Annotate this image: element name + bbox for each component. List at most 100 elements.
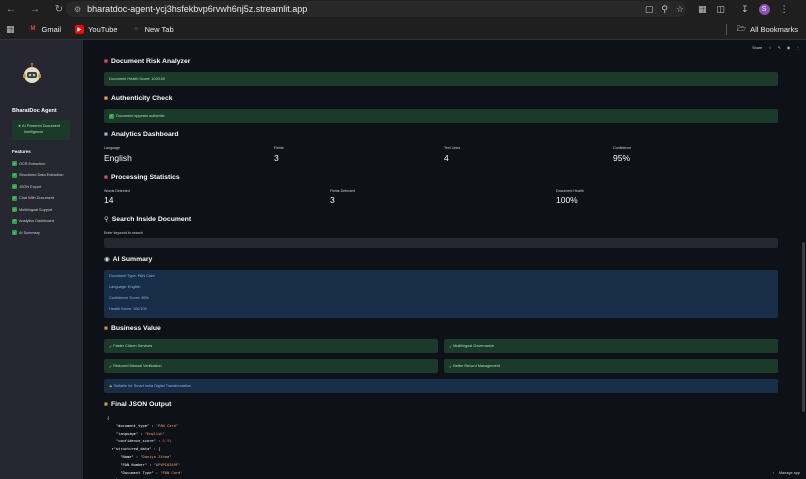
menu-icon[interactable]: ⋮	[796, 45, 800, 50]
summary-line: Confidence Score: 95%	[109, 296, 149, 300]
metric-label: Fields Detected	[330, 189, 355, 193]
json-value: "English"	[144, 431, 165, 436]
divider	[725, 24, 727, 35]
address-bar[interactable]: ⚙ bharatdoc-agent-ycj3hsfekbvp6rvwh6nj5z…	[66, 1, 686, 17]
json-key: "document_type"	[115, 423, 150, 428]
json-key: "Document Type"	[120, 470, 154, 475]
metric-value: 14	[104, 195, 114, 205]
all-bookmarks-label: All Bookmarks	[750, 25, 798, 34]
badge-line: AI Powered Document	[22, 124, 61, 128]
metric-label: Confidence	[613, 146, 632, 150]
sidepanel-icon[interactable]: ◫	[717, 4, 726, 15]
gmail-icon: M	[30, 26, 36, 32]
checkmark-icon: ✓	[12, 161, 17, 167]
json-key: "PAN Number"	[120, 462, 147, 467]
summary-line: Health Score: 100/100	[109, 307, 147, 311]
json-value: "APVPI0349F"	[153, 462, 181, 467]
metric-value: 95%	[613, 153, 631, 163]
bookmark-label: Gmail	[41, 24, 62, 34]
scrollbar[interactable]	[802, 242, 805, 412]
site-info-icon[interactable]: ⚙	[74, 5, 81, 14]
feature-label: AI Summary	[19, 230, 40, 235]
rocket-icon: ➤	[18, 124, 22, 128]
all-bookmarks[interactable]: 🗁 All Bookmarks	[725, 23, 798, 36]
ai-summary-box: Document Type: PAN Card Language: Englis…	[104, 270, 778, 318]
apps-grid-icon[interactable]: ▦	[6, 24, 15, 35]
star-icon[interactable]: ☆	[768, 45, 771, 50]
business-item: ✓ Better Record Management	[444, 359, 778, 373]
zoom-icon[interactable]: ⚲	[661, 4, 668, 15]
badge-line: Intelligence	[24, 130, 44, 134]
alert-text: Document Health Score: 100/100	[109, 77, 166, 81]
metric-label: Fields	[274, 146, 284, 150]
feature-label: JSON Export	[19, 184, 42, 189]
browser-toolbar: ← → ↻ ⚙ bharatdoc-agent-ycj3hsfekbvp6rvw…	[0, 0, 806, 19]
feature-label: Analytics Dashboard	[19, 219, 54, 224]
json-value: 0.95	[162, 439, 172, 444]
risk-alert: Document Health Score: 100/100	[104, 72, 778, 86]
heading-text: Document Risk Analyzer	[110, 58, 191, 65]
main-content: Share ☆ ✎ ◉ ⋮ ■ Document Risk Analyzer Do…	[83, 40, 806, 479]
edit-icon[interactable]: ✎	[778, 45, 781, 50]
heading-text: Processing Statistics	[110, 174, 180, 181]
sidebar-badge: ➤ AI Powered Document Intelligence	[12, 120, 70, 140]
sidebar: BharatDoc Agent ➤ AI Powered Document In…	[0, 40, 83, 479]
globe-icon: ○	[134, 26, 138, 32]
robot-logo-icon	[23, 62, 41, 83]
alert-text: Document appears authentic	[116, 114, 165, 118]
feature-item: ✓ Structured Data Extraction	[12, 170, 80, 182]
bookmark-gmail[interactable]: M Gmail	[29, 25, 62, 34]
chevron-left-icon: ‹	[772, 471, 774, 475]
metric-label: Document Health	[556, 189, 584, 193]
business-item: ✓ Faster Citizen Services	[104, 339, 438, 353]
feature-item: ✓ JSON Export	[12, 181, 80, 193]
bookmark-new-tab[interactable]: ○ New Tab	[132, 25, 173, 34]
search-label: Enter keyword to search	[104, 231, 143, 235]
heading-text: Final JSON Output	[110, 401, 172, 408]
profile-avatar[interactable]: S	[758, 3, 770, 15]
business-item: ✓ Multilingual Governance	[444, 339, 778, 353]
business-item-label: Reduced Manual Verification	[113, 364, 162, 368]
manage-app-button[interactable]: ‹ Manage app	[773, 471, 800, 475]
processing-heading: ■ Processing Statistics	[104, 174, 180, 181]
summary-line: Language: English	[109, 285, 141, 289]
summary-line: Document Type: PAN Card	[109, 274, 155, 278]
metric-value: English	[104, 153, 132, 163]
search-input[interactable]	[104, 238, 778, 248]
json-value: "Daniya Zihaa"	[140, 454, 172, 459]
heading-text: Analytics Dashboard	[110, 131, 179, 138]
back-icon[interactable]: ←	[3, 2, 19, 18]
risk-heading: ■ Document Risk Analyzer	[104, 58, 190, 65]
share-button[interactable]: Share	[752, 46, 762, 50]
bookmark-youtube[interactable]: ▶ YouTube	[75, 24, 118, 34]
feature-item: ✓ AI Summary	[12, 227, 80, 239]
app-toolbar: Share ☆ ✎ ◉ ⋮	[752, 45, 800, 51]
alarm-icon: ■	[104, 58, 108, 65]
folder-icon: 🗁	[736, 24, 747, 33]
metric-label: Text Lines	[444, 146, 461, 150]
business-item-label: Faster Citizen Services	[113, 344, 153, 348]
reload-icon[interactable]: ↻	[51, 2, 67, 18]
feature-item: ✓ Multilingual Support	[12, 204, 80, 216]
metric-label: Words Detected	[104, 189, 130, 193]
briefcase-icon: ■	[104, 325, 108, 332]
feature-item: ✓ Analytics Dashboard	[12, 216, 80, 228]
forward-icon[interactable]: →	[27, 2, 43, 18]
menu-icon[interactable]: ⋮	[780, 4, 789, 15]
download-icon[interactable]: ↧	[741, 4, 749, 15]
heading-text: AI Summary	[112, 255, 153, 263]
checkmark-icon: ✓	[12, 230, 17, 236]
features-heading: Features	[12, 149, 31, 154]
search-heading: ⚲ Search Inside Document	[104, 215, 191, 224]
github-icon[interactable]: ◉	[787, 45, 790, 50]
feature-item: ✓ Chat With Document	[12, 193, 80, 205]
extension-icon[interactable]: ▦	[698, 4, 707, 15]
feature-label: Chat With Document	[19, 196, 55, 201]
cast-icon[interactable]: ▢	[645, 4, 654, 15]
json-key: "Name"	[120, 454, 134, 459]
json-key: "structured_data"	[113, 447, 152, 452]
authenticity-alert: ✓ Document appears authentic	[104, 109, 778, 123]
feature-label: Structured Data Extraction	[19, 173, 64, 178]
feature-label: OCR Extraction	[19, 161, 46, 166]
star-icon[interactable]: ☆	[676, 4, 684, 15]
